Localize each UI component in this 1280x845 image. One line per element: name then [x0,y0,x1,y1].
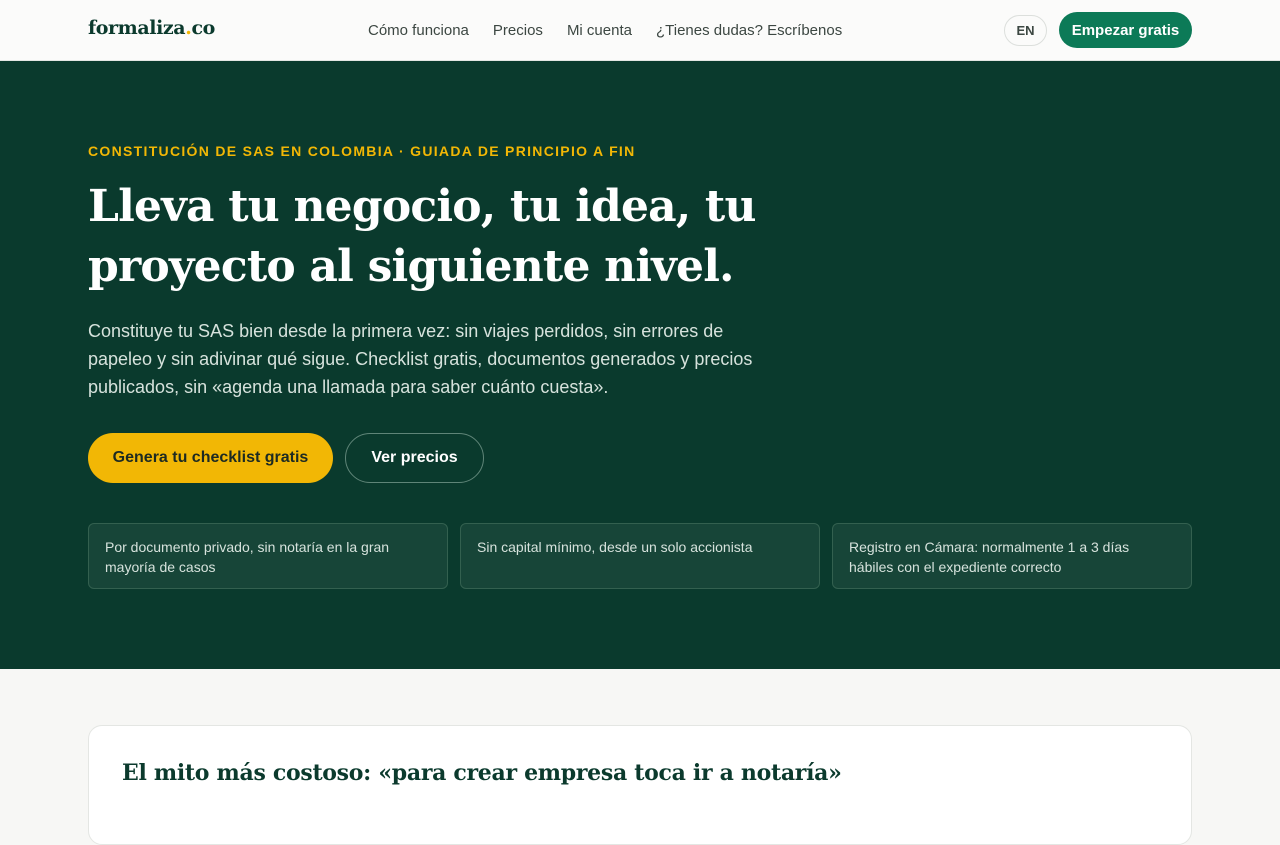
generate-checklist-button[interactable]: Genera tu checklist gratis [88,433,333,483]
language-toggle-button[interactable]: EN [1004,15,1047,46]
hero-section: CONSTITUCIÓN DE SAS EN COLOMBIA · GUIADA… [0,61,1280,669]
start-free-button[interactable]: Empezar gratis [1059,12,1192,48]
logo-tld: co [191,17,215,39]
hero-lead-text: Constituye tu SAS bien desde la primera … [88,321,753,397]
hero-headline: Lleva tu negocio, tu idea, tu proyecto a… [88,181,756,292]
main-nav: Cómo funciona Precios Mi cuenta ¿Tienes … [368,0,866,61]
site-logo[interactable]: formaliza.co [88,17,215,39]
myth-title: El mito más costoso: «para crear empresa… [122,760,842,786]
feature-card-chamber-registration: Registro en Cámara: normalmente 1 a 3 dí… [832,523,1192,589]
nav-link-como-funciona[interactable]: Cómo funciona [368,22,469,39]
feature-card-private-document: Por documento privado, sin notaría en la… [88,523,448,589]
feature-card-no-minimum-capital: Sin capital mínimo, desde un solo accion… [460,523,820,589]
view-prices-button[interactable]: Ver precios [345,433,484,483]
nav-link-contact[interactable]: ¿Tienes dudas? Escríbenos [656,22,842,39]
hero-eyebrow: CONSTITUCIÓN DE SAS EN COLOMBIA · GUIADA… [88,143,636,159]
myth-card: El mito más costoso: «para crear empresa… [88,725,1192,845]
top-navigation-bar: formaliza.co Cómo funciona Precios Mi cu… [0,0,1280,61]
logo-name: formaliza [88,17,186,39]
nav-link-mi-cuenta[interactable]: Mi cuenta [567,22,632,39]
nav-link-precios[interactable]: Precios [493,22,543,39]
